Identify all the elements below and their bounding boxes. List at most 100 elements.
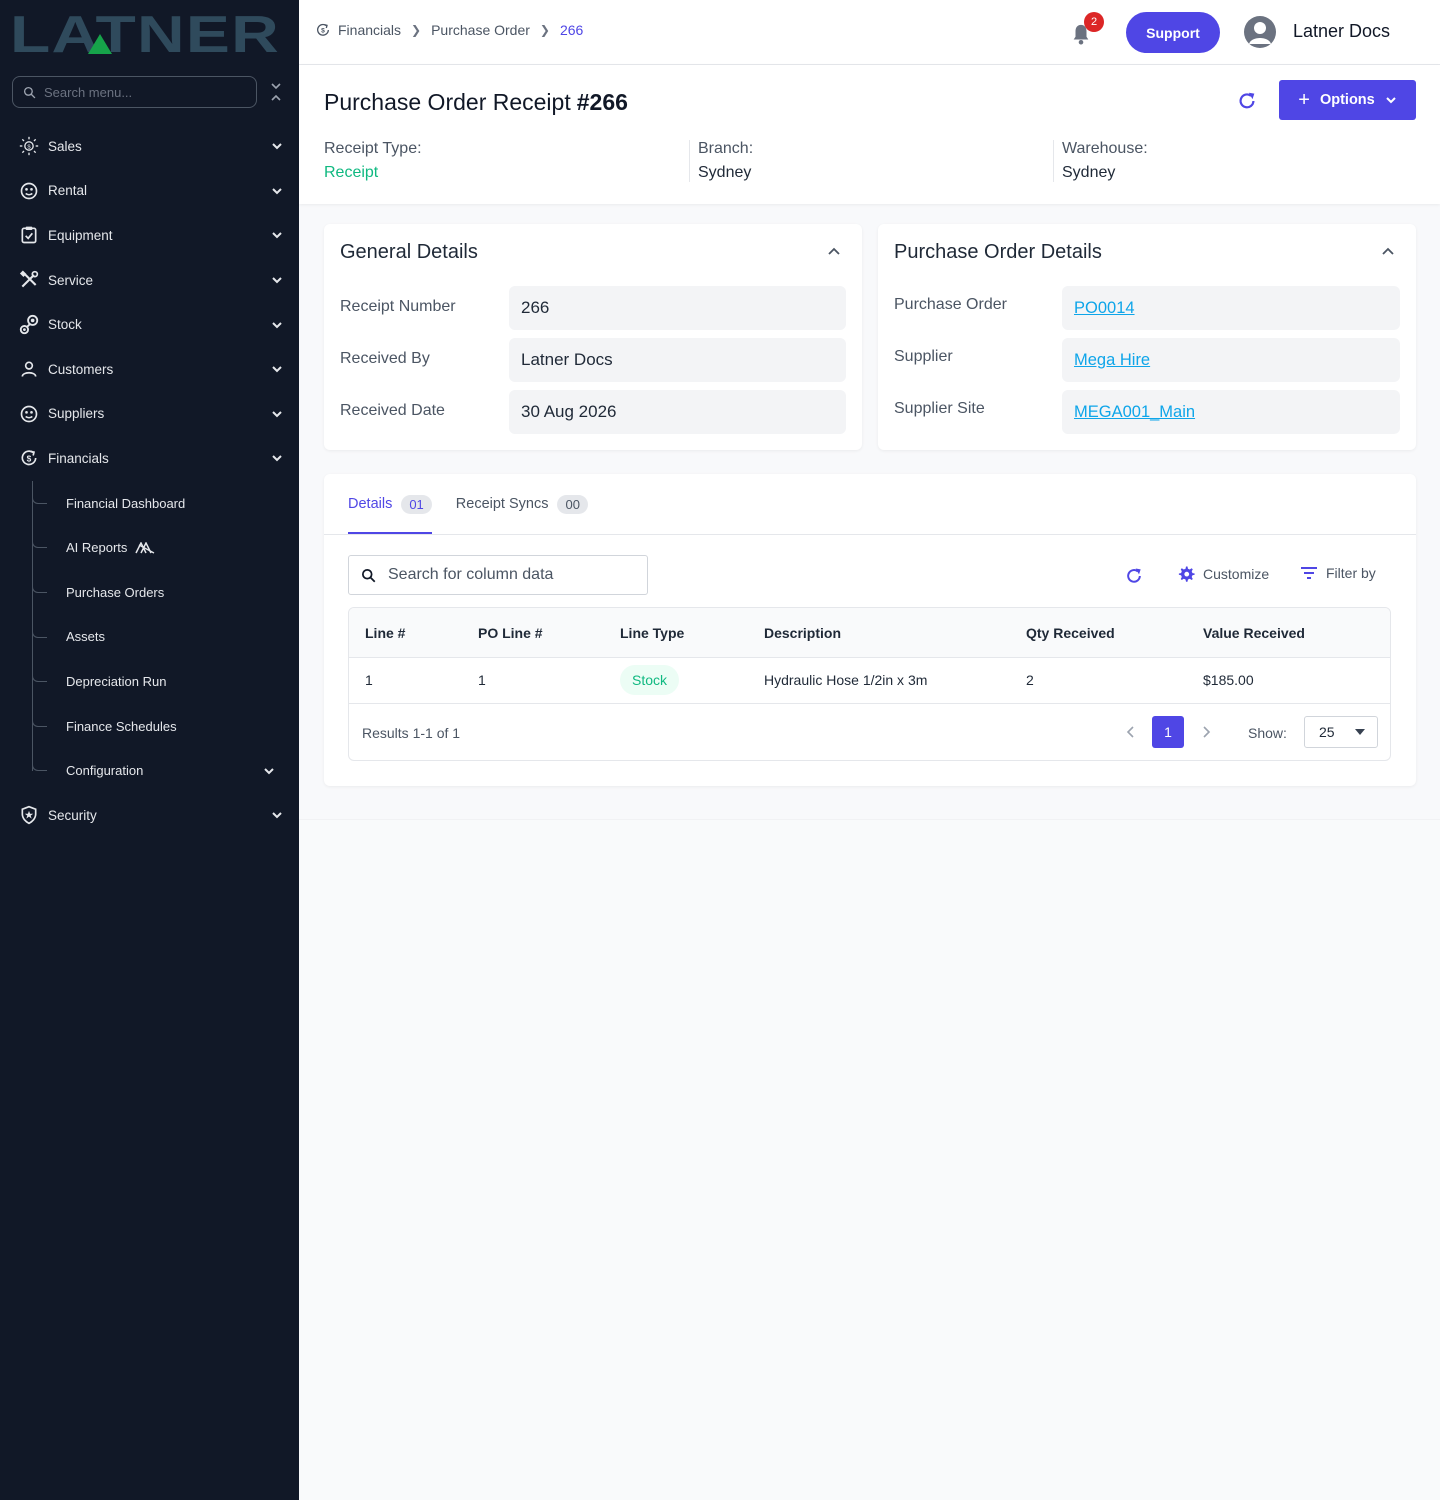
sidebar-item-finance-schedules[interactable]: Finance Schedules: [0, 703, 299, 749]
column-header-qty-received[interactable]: Qty Received: [1026, 625, 1115, 641]
financials-icon: $: [317, 23, 329, 36]
sidebar-item-label: Assets: [66, 629, 106, 645]
filter-icon: [1301, 567, 1317, 579]
sidebar-item-assets[interactable]: Assets: [0, 614, 299, 660]
column-header-po-line[interactable]: PO Line #: [478, 625, 543, 641]
sidebar-item-service[interactable]: Service: [0, 258, 299, 303]
sidebar-item-equipment[interactable]: Equipment: [0, 213, 299, 258]
financials-icon: $: [18, 447, 40, 469]
latner-logo[interactable]: LATNER: [10, 10, 280, 56]
security-icon: [18, 804, 40, 826]
sidebar-item-label: Equipment: [48, 227, 113, 243]
meta-label: Branch:: [698, 140, 754, 157]
supplier-link[interactable]: Mega Hire: [1074, 351, 1150, 370]
breadcrumb-financials[interactable]: Financials: [338, 22, 401, 38]
field-purchase-order: Purchase Order PO0014: [894, 286, 1400, 330]
sidebar-item-label: Security: [48, 807, 97, 823]
chevron-up-icon[interactable]: [827, 244, 841, 258]
purchase-order-details-card: Purchase Order Details Purchase Order PO…: [878, 224, 1416, 450]
page-header: Purchase Order Receipt #266 + Options Rec…: [299, 65, 1440, 204]
menu-search-input[interactable]: [44, 84, 234, 100]
table-row[interactable]: 1 1 Stock Hydraulic Hose 1/2in x 3m 2 $1…: [349, 658, 1390, 704]
sidebar-item-ai-reports[interactable]: AI Reports: [0, 525, 299, 570]
sidebar-item-purchase-orders[interactable]: Purchase Orders: [0, 569, 299, 615]
options-label: Options: [1319, 92, 1375, 108]
cell-description: Hydraulic Hose 1/2in x 3m: [764, 672, 928, 688]
filter-button[interactable]: Filter by: [1300, 565, 1376, 581]
column-header-description[interactable]: Description: [764, 625, 841, 641]
column-header-line[interactable]: Line #: [365, 625, 405, 641]
tab-receipt-syncs[interactable]: Receipt Syncs 00: [456, 474, 588, 534]
meta-label: Warehouse:: [1062, 140, 1148, 157]
sidebar-item-sales[interactable]: $ Sales: [0, 124, 299, 169]
breadcrumb-purchase-order[interactable]: Purchase Order: [431, 22, 530, 38]
page-size-select[interactable]: 25: [1304, 716, 1378, 748]
refresh-icon[interactable]: [1236, 90, 1258, 112]
sidebar-item-depreciation-run[interactable]: Depreciation Run: [0, 659, 299, 704]
grid-search[interactable]: [348, 555, 648, 595]
grid-search-input[interactable]: [388, 566, 628, 584]
tab-count-badge: 00: [557, 494, 588, 514]
sidebar-item-customers[interactable]: Customers: [0, 347, 299, 392]
card-title: Purchase Order Details: [894, 241, 1102, 263]
sidebar-item-configuration[interactable]: Configuration: [0, 748, 299, 793]
sidebar-item-label: Financials: [48, 450, 109, 466]
supplier-site-link[interactable]: MEGA001_Main: [1074, 403, 1195, 422]
chevron-up-icon[interactable]: [1381, 244, 1395, 258]
line-type-badge: Stock: [620, 665, 680, 695]
sidebar-item-security[interactable]: Security: [0, 793, 299, 838]
field-label: Supplier: [894, 348, 953, 365]
field-value: MEGA001_Main: [1062, 390, 1400, 434]
sidebar-item-suppliers[interactable]: Suppliers: [0, 392, 299, 437]
sidebar-item-financial-dashboard[interactable]: Financial Dashboard: [0, 480, 299, 526]
meta-branch: Branch: Sydney: [689, 140, 753, 182]
sidebar-item-rental[interactable]: Rental: [0, 169, 299, 214]
sidebar-item-label: Suppliers: [48, 406, 105, 422]
support-button[interactable]: Support: [1126, 12, 1220, 53]
page-size-label: Show:: [1248, 725, 1287, 741]
column-header-value-received[interactable]: Value Received: [1203, 625, 1305, 641]
page-button-current[interactable]: 1: [1152, 716, 1184, 748]
avatar[interactable]: [1244, 16, 1276, 48]
cell-line: 1: [365, 672, 373, 688]
sidebar-item-financials[interactable]: $ Financials: [0, 436, 299, 481]
user-name[interactable]: Latner Docs: [1293, 21, 1390, 42]
rental-icon: [18, 180, 40, 202]
refresh-icon[interactable]: [1124, 566, 1144, 586]
page-title: Purchase Order Receipt #266: [324, 89, 628, 116]
field-label: Received By: [340, 350, 430, 367]
collapse-sidebar-icon[interactable]: [268, 82, 284, 102]
page-title-number: #266: [576, 89, 628, 115]
options-button[interactable]: + Options: [1279, 80, 1416, 120]
chevron-left-icon[interactable]: [1124, 724, 1138, 740]
top-bar: $ Financials ❯ Purchase Order ❯ 266 2 Su…: [299, 0, 1440, 65]
receipt-lines-card: Details 01 Receipt Syncs 00 Customize Fi…: [324, 474, 1416, 786]
tab-details[interactable]: Details 01: [348, 474, 432, 534]
svg-text:$: $: [321, 28, 325, 35]
tab-label: Receipt Syncs: [455, 496, 549, 512]
sidebar-item-stock[interactable]: Stock: [0, 302, 299, 347]
chevron-right-icon[interactable]: [1199, 724, 1213, 740]
sidebar-item-label: Financial Dashboard: [66, 495, 186, 511]
sidebar: LATNER $ Sales Rental Equipment Service: [0, 0, 299, 1500]
chevron-down-icon: [272, 277, 282, 284]
purchase-order-link[interactable]: PO0014: [1074, 299, 1135, 318]
customize-label: Customize: [1203, 566, 1270, 582]
menu-search[interactable]: [12, 76, 257, 108]
field-label: Supplier Site: [894, 400, 985, 417]
page-title-text: Purchase Order Receipt: [324, 89, 571, 115]
customize-button[interactable]: Customize: [1177, 565, 1269, 583]
meta-label: Receipt Type:: [324, 140, 422, 157]
chevron-down-icon: [272, 143, 282, 150]
field-label: Purchase Order: [894, 296, 1007, 313]
field-received-date: Received Date 30 Aug 2026: [340, 390, 846, 434]
column-header-line-type[interactable]: Line Type: [620, 625, 684, 641]
ai-sparkle-icon: [135, 541, 155, 554]
notification-badge: 2: [1084, 12, 1104, 32]
customers-icon: [18, 358, 40, 380]
sidebar-item-label: Customers: [48, 361, 114, 377]
field-value: Latner Docs: [509, 338, 846, 382]
field-received-by: Received By Latner Docs: [340, 338, 846, 382]
search-icon: [362, 568, 376, 582]
svg-text:LATNER: LATNER: [10, 10, 280, 56]
